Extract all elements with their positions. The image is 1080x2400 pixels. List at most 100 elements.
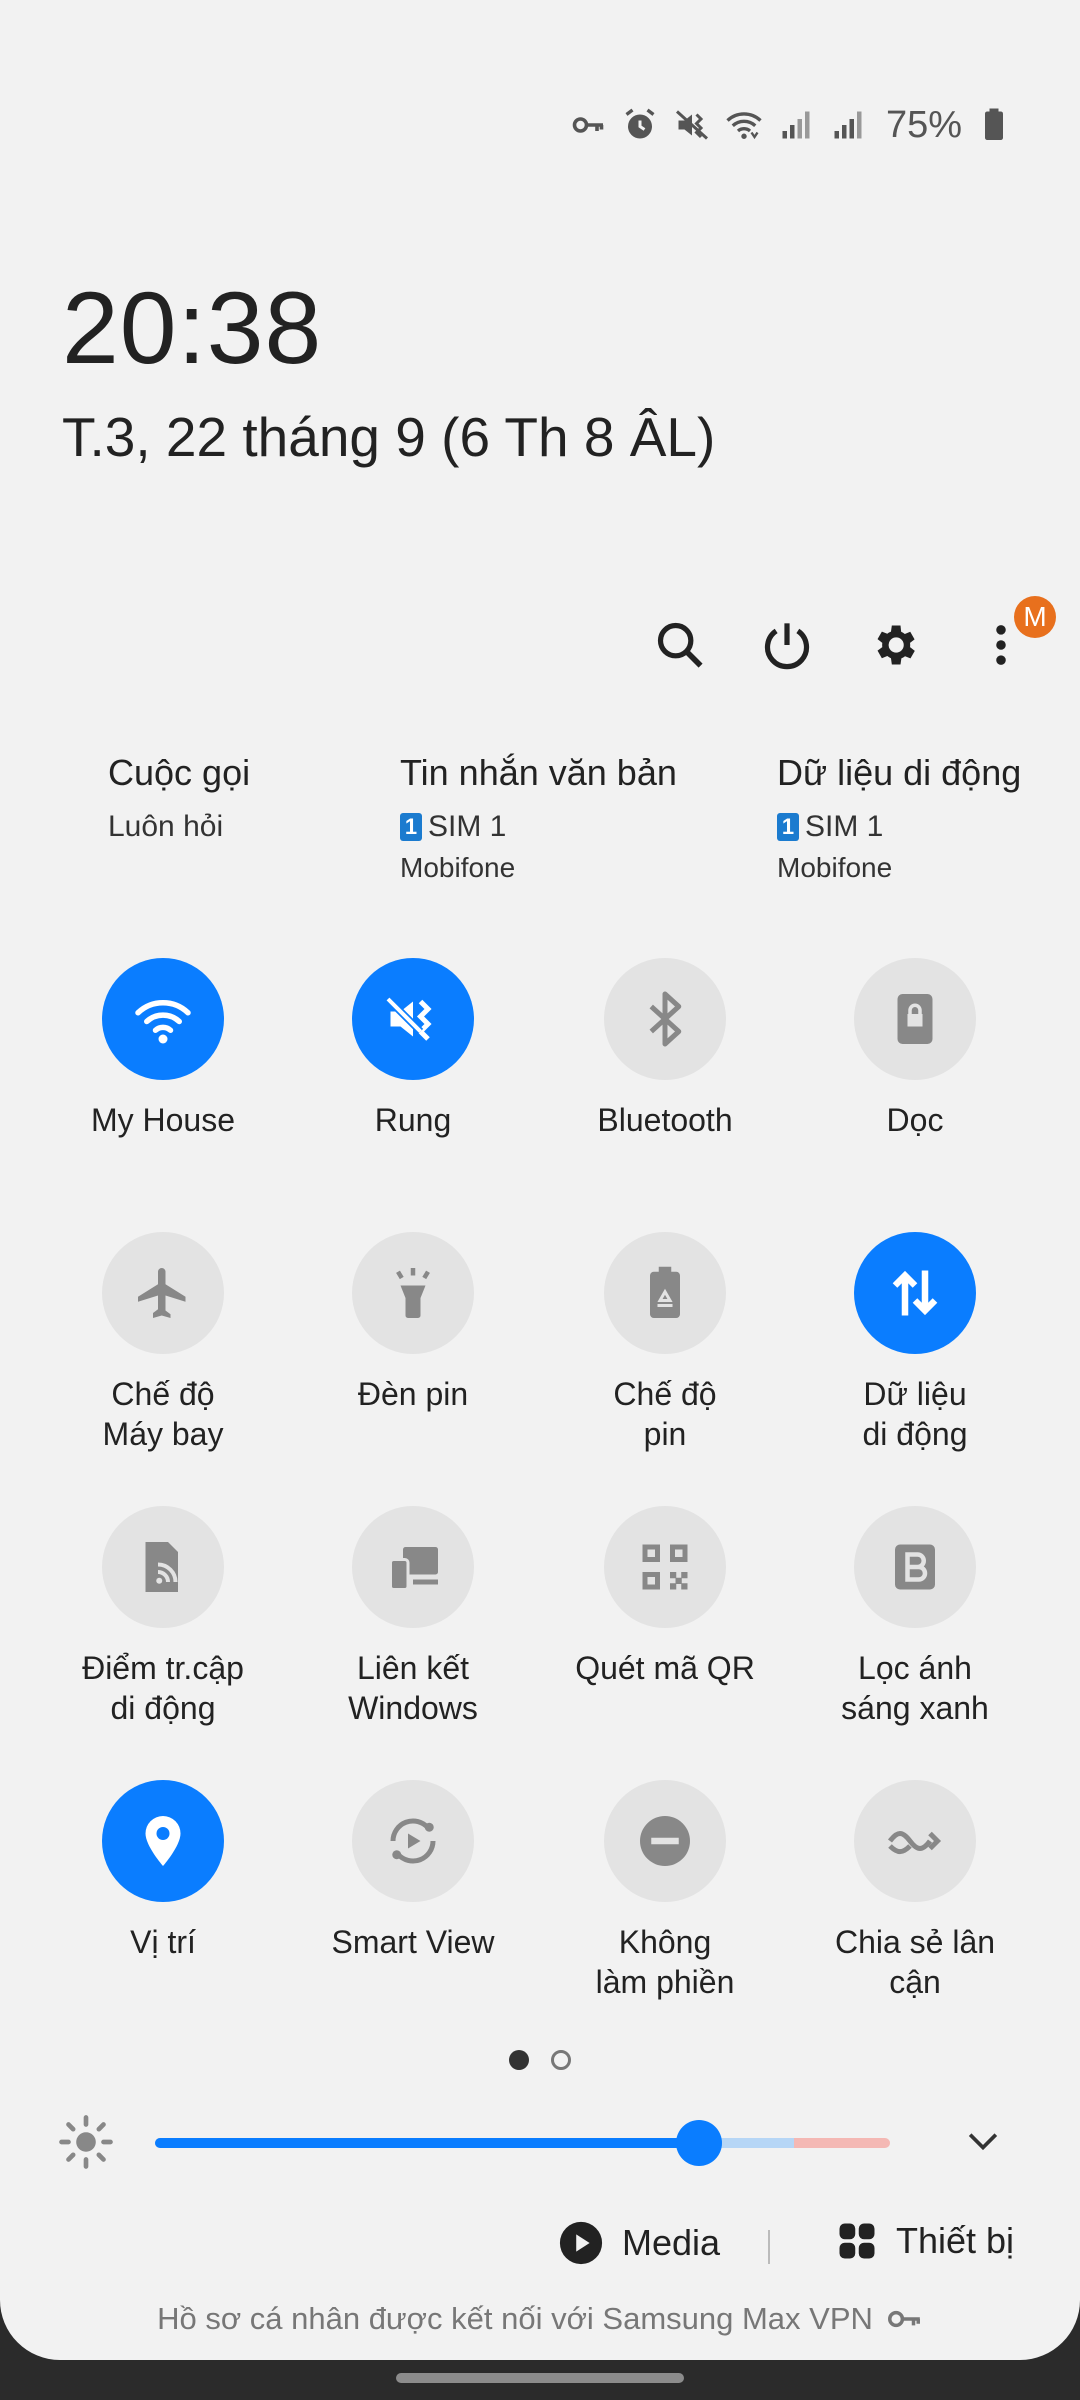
quick-panel: 75% 20:38 T.3, 22 tháng 9 (6 Th 8 ÂL) M … [0,0,1080,2360]
nearby-share-icon [888,1831,942,1855]
tile-mobile-data[interactable]: Dữ liệu di động [790,1232,1040,1454]
vpn-key-icon [568,105,608,145]
page-indicator [0,2050,1080,2070]
devices-button[interactable]: Thiết bị [836,2220,1014,2262]
signal-sim1-icon [776,105,816,145]
blue-light-tile-button[interactable] [854,1506,976,1628]
tile-wifi[interactable]: My House [38,958,288,1140]
brightness-slider-thumb[interactable] [675,2120,722,2166]
brightness-slider-fill [155,2138,699,2148]
flashlight-tile-button[interactable] [352,1232,474,1354]
tile-blue-light[interactable]: Lọc ánh sáng xanh [790,1506,1040,1728]
smart-view-tile-button[interactable] [352,1780,474,1902]
tile-rotation[interactable]: Dọc [790,958,1040,1140]
bottom-actions: Media Thiết bị [0,2220,1080,2280]
tile-smart-view[interactable]: Smart View [288,1780,538,1962]
media-button-label: Media [622,2222,721,2263]
status-bar: 75% [568,100,1014,150]
tile-qr-scan-label: Quét mã QR [575,1650,755,1686]
rotation-tile-button[interactable] [854,958,976,1080]
header-actions: M [0,596,1080,680]
page-dot-1[interactable] [509,2050,529,2070]
tile-dnd[interactable]: Không làm phiền [540,1780,790,2002]
tile-qr-scan[interactable]: Quét mã QR [540,1506,790,1688]
sim-calls-title: Cuộc gọi [108,752,251,793]
brightness-icon [59,2115,113,2169]
tile-smart-view-label: Smart View [331,1924,495,1960]
tile-bluetooth[interactable]: Bluetooth [540,958,790,1140]
wifi-icon [135,1000,191,1044]
more-options-button[interactable]: M [966,596,1056,680]
tile-vibrate-label: Rung [374,1102,452,1138]
vpn-status-note[interactable]: Hồ sơ cá nhân được kết nối với Samsung M… [0,2300,1080,2338]
dnd-tile-button[interactable] [604,1780,726,1902]
tile-vibrate[interactable]: Rung [288,958,538,1140]
tile-nearby-share[interactable]: Chia sẻ lân cận [790,1780,1040,2002]
qr-code-icon [642,1544,688,1590]
sim-1-icon: 1 [400,813,422,841]
tile-nearby-share-label: Chia sẻ lân cận [834,1924,996,2000]
hotspot-icon [145,1542,178,1592]
page-dot-2[interactable] [551,2050,571,2070]
nearby-share-tile-button[interactable] [854,1780,976,1902]
power-saving-icon [650,1266,680,1318]
battery-percent: 75% [885,103,962,146]
tile-power-mode[interactable]: Chế độ pin [540,1232,790,1454]
sim-messages[interactable]: Tin nhắn văn bản 1 SIM 1 Mobifone [400,752,677,884]
sim-data-carrier: Mobifone [777,852,893,883]
wifi-tile-button[interactable] [102,958,224,1080]
qr-scan-tile-button[interactable] [604,1506,726,1628]
airplane-icon [138,1268,186,1318]
power-mode-tile-button[interactable] [604,1232,726,1354]
sim-data-sim-label: SIM 1 [805,810,884,843]
devices-grid-icon [839,2223,875,2259]
sim-messages-carrier: Mobifone [400,852,516,883]
bluetooth-tile-button[interactable] [604,958,726,1080]
expand-chevron-down-icon[interactable] [958,2120,1008,2164]
tile-location[interactable]: Vị trí [38,1780,288,1962]
vibrate-tile-button[interactable] [352,958,474,1080]
sim-data-sim: 1 SIM 1 [777,810,1021,844]
brightness-control [0,2110,1080,2170]
mobile-data-tile-button[interactable] [854,1232,976,1354]
tile-dnd-label: Không làm phiền [595,1924,735,2000]
tile-flashlight-label: Đèn pin [357,1376,469,1412]
tile-rotation-label: Dọc [886,1102,944,1138]
sim-1-icon: 1 [777,813,799,841]
clock-time[interactable]: 20:38 [62,270,322,387]
sim-info-row: Cuộc gọi Luôn hỏi Tin nhắn văn bản 1 SIM… [0,752,1080,892]
settings-button[interactable] [859,610,929,680]
sim-data-title: Dữ liệu di động [777,752,1022,793]
sim-messages-title: Tin nhắn văn bản [400,752,677,793]
hotspot-tile-button[interactable] [102,1506,224,1628]
tile-hotspot[interactable]: Điểm tr.cập di động [38,1506,288,1728]
battery-icon [974,105,1014,145]
rotation-lock-icon [897,994,933,1044]
power-button[interactable] [752,610,822,680]
bottom-divider [768,2230,770,2264]
devices-button-label: Thiết bị [896,2220,1015,2261]
vibrate-icon [672,105,712,145]
tile-airplane[interactable]: Chế độ Máy bay [38,1232,288,1454]
signal-sim2-icon [828,105,868,145]
tile-flashlight[interactable]: Đèn pin [288,1232,538,1414]
tile-location-label: Vị trí [130,1924,196,1960]
brightness-slider-track[interactable] [155,2138,890,2148]
link-windows-tile-button[interactable] [352,1506,474,1628]
search-button[interactable] [645,610,715,680]
airplane-tile-button[interactable] [102,1232,224,1354]
blue-light-filter-icon [895,1544,935,1590]
navigation-handle[interactable] [396,2373,684,2383]
sim-calls[interactable]: Cuộc gọi Luôn hỏi [108,752,250,844]
tile-link-windows[interactable]: Liên kết Windows [288,1506,538,1728]
clock-date[interactable]: T.3, 22 tháng 9 (6 Th 8 ÂL) [62,405,715,469]
media-button[interactable]: Media [558,2220,720,2266]
sim-data[interactable]: Dữ liệu di động 1 SIM 1 Mobifone [777,752,1021,884]
tile-mobile-data-label: Dữ liệu di động [862,1376,968,1452]
tile-blue-light-label: Lọc ánh sáng xanh [841,1650,989,1726]
tile-power-mode-label: Chế độ pin [613,1376,717,1452]
location-tile-button[interactable] [102,1780,224,1902]
flashlight-icon [396,1268,430,1318]
link-windows-icon [389,1547,438,1591]
tile-bluetooth-label: Bluetooth [597,1102,733,1138]
